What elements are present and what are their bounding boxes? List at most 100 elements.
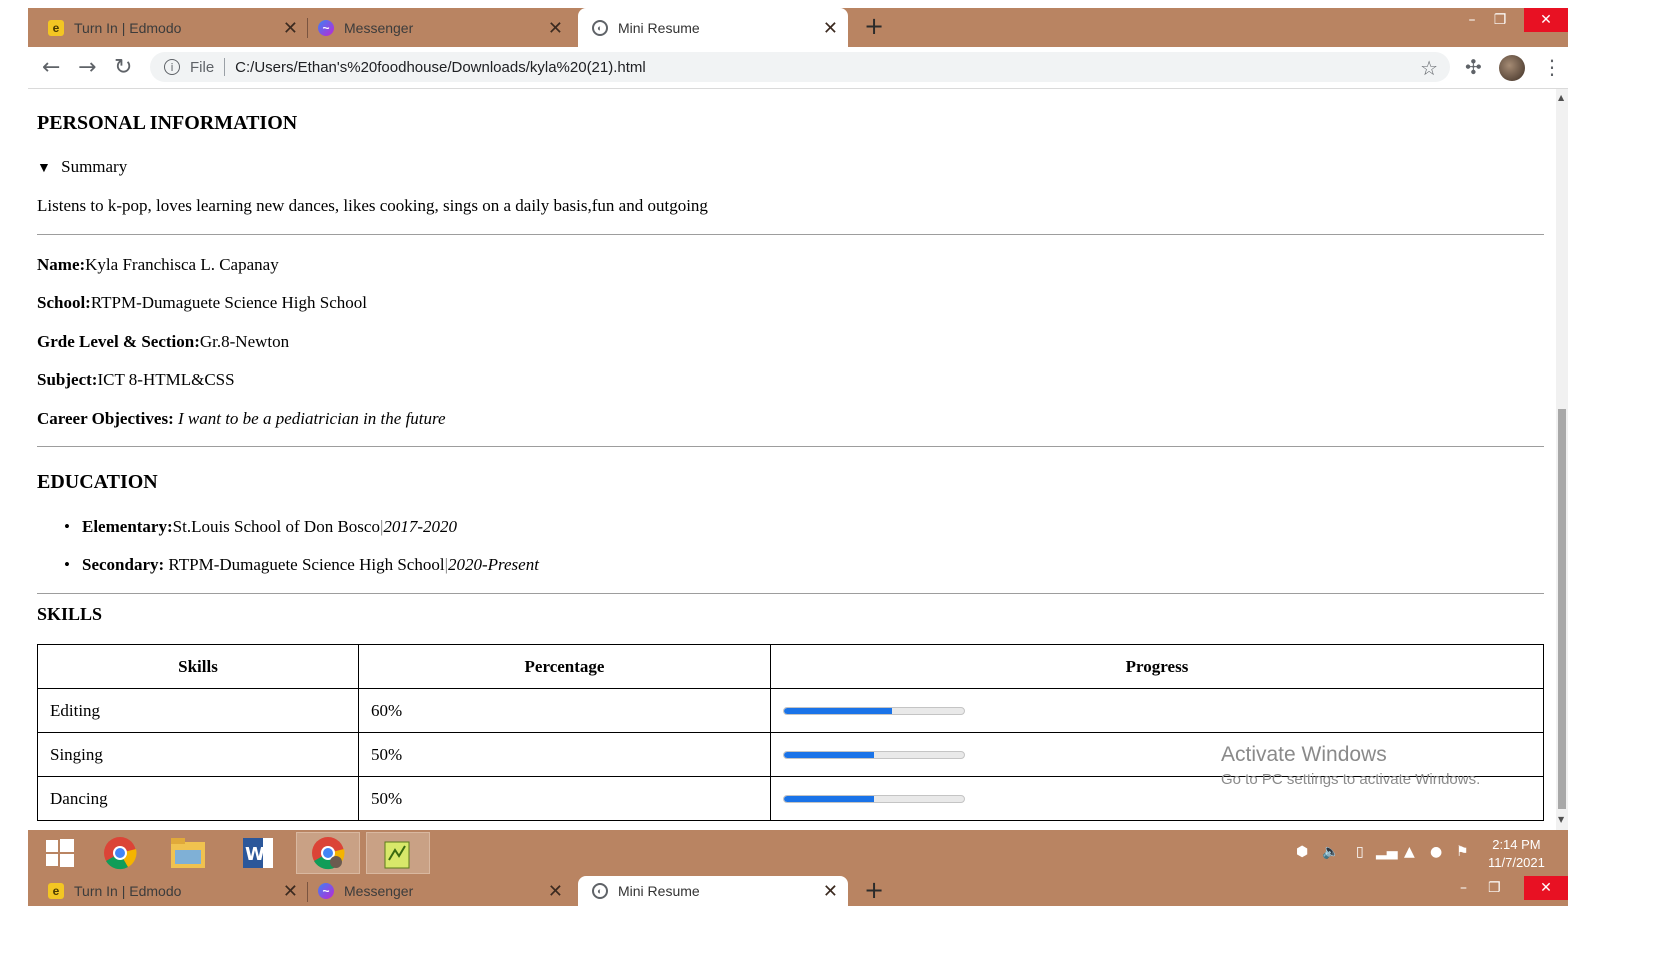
extensions-icon[interactable]: ✣: [1465, 55, 1482, 79]
globe-icon: ◐: [592, 883, 608, 899]
school-row: School:RTPM-Dumaguete Science High Schoo…: [37, 293, 367, 313]
minimize-button[interactable]: –: [1460, 8, 1484, 32]
messenger-icon: ~: [318, 19, 334, 36]
education-level: Secondary:: [82, 555, 165, 574]
word-icon[interactable]: W: [226, 832, 290, 874]
browser-tab-bar-duplicate: e Turn In | Edmodo ✕ ~ Messenger ✕ ◐ Min…: [28, 876, 1568, 906]
file-explorer-icon[interactable]: [156, 832, 220, 874]
subject-value: ICT 8-HTML&CSS: [97, 370, 235, 389]
column-header: Progress: [770, 644, 1544, 689]
close-icon[interactable]: ✕: [283, 881, 298, 902]
name-value: Kyla Franchisca L. Capanay: [85, 255, 279, 274]
tab-messenger[interactable]: ~ Messenger ✕: [318, 876, 573, 906]
school-label: School:: [37, 293, 91, 312]
education-years: 2017-2020: [383, 517, 458, 536]
grade-label: Grde Level & Section:: [37, 332, 200, 351]
right-margin: [1568, 0, 1677, 969]
education-school: RTPM-Dumaguete Science High School: [164, 555, 445, 574]
close-icon[interactable]: ✕: [548, 18, 563, 39]
tab-title: Turn In | Edmodo: [74, 19, 182, 36]
url-text[interactable]: C:/Users/Ethan's%20foodhouse/Downloads/k…: [235, 59, 646, 76]
tab-mini-resume[interactable]: ◐ Mini Resume ✕: [578, 8, 848, 47]
volume-icon[interactable]: 🔈: [1322, 844, 1339, 860]
bookmark-star-icon[interactable]: ☆: [1420, 56, 1438, 81]
google-drive-icon[interactable]: ▲: [1404, 844, 1415, 860]
window-close-button[interactable]: ✕: [1524, 876, 1568, 900]
tab-title: Turn In | Edmodo: [74, 883, 182, 899]
svg-text:W: W: [245, 844, 265, 865]
messenger-icon: ~: [318, 883, 334, 899]
name-label: Name:: [37, 255, 86, 274]
list-item: Secondary: RTPM-Dumaguete Science High S…: [64, 555, 539, 575]
new-tab-button[interactable]: +: [864, 876, 884, 904]
page-scrollbar[interactable]: ▲ ▼: [1556, 89, 1568, 830]
forward-icon[interactable]: →: [78, 55, 96, 80]
clock-date: 11/7/2021: [1488, 855, 1545, 870]
progress-fill: [784, 707, 892, 714]
signal-icon[interactable]: ▂▄: [1376, 844, 1398, 860]
education-school: St.Louis School of Don Bosco: [172, 517, 380, 536]
divider: [37, 234, 1544, 235]
tab-divider: [307, 18, 308, 38]
chrome-active-icon[interactable]: [296, 832, 360, 874]
tab-edmodo[interactable]: e Turn In | Edmodo ✕: [48, 876, 308, 906]
new-tab-button[interactable]: +: [864, 12, 884, 40]
summary-text: Listens to k-pop, loves learning new dan…: [37, 196, 708, 215]
tab-edmodo[interactable]: e Turn In | Edmodo ✕: [48, 8, 308, 47]
percentage-cell: 50%: [358, 776, 771, 821]
window-close-button[interactable]: ✕: [1524, 8, 1568, 32]
summary-disclosure[interactable]: ▼ Summary: [37, 157, 127, 177]
windows-taskbar: W ⬢ 🔈 ▯ ▂▄ ▲ ● ⚑ 2:14 PM 11/7/2021: [28, 830, 1568, 876]
divider: [37, 446, 1544, 447]
scroll-up-arrow-icon[interactable]: ▲: [1558, 93, 1564, 102]
tab-title: Messenger: [344, 883, 414, 899]
summary-label: Summary: [61, 157, 128, 176]
profile-avatar[interactable]: [1499, 55, 1525, 81]
address-bar[interactable]: i File C:/Users/Ethan's%20foodhouse/Down…: [150, 52, 1450, 82]
notepad-plus-icon[interactable]: [366, 832, 430, 874]
action-center-flag-icon[interactable]: ⚑: [1456, 844, 1469, 860]
tab-divider: [307, 882, 308, 902]
subject-label: Subject:: [37, 370, 98, 389]
close-icon[interactable]: ✕: [823, 881, 838, 902]
back-icon[interactable]: ←: [42, 55, 60, 80]
chrome-icon[interactable]: [88, 832, 152, 874]
reload-icon[interactable]: ↻: [114, 55, 132, 80]
edmodo-icon: e: [48, 883, 64, 899]
tab-mini-resume[interactable]: ◐ Mini Resume ✕: [578, 876, 848, 906]
skill-cell: Singing: [37, 732, 359, 777]
tab-title: Mini Resume: [618, 883, 700, 899]
utorrent-icon[interactable]: ⬢: [1296, 844, 1308, 860]
tab-messenger[interactable]: ~ Messenger ✕: [318, 8, 573, 47]
edmodo-icon: e: [48, 19, 64, 36]
minimize-button[interactable]: –: [1460, 876, 1467, 900]
info-icon[interactable]: i: [164, 59, 180, 75]
list-item: Elementary:St.Louis School of Don Bosco|…: [64, 517, 458, 537]
close-icon[interactable]: ✕: [823, 18, 838, 39]
activate-windows-watermark: Activate Windows Go to PC settings to ac…: [1221, 743, 1480, 788]
update-icon[interactable]: ●: [1430, 844, 1442, 860]
progress-bar: [783, 750, 965, 759]
divider: [37, 593, 1544, 594]
battery-icon[interactable]: ▯: [1356, 844, 1364, 860]
restore-button[interactable]: ❐: [1488, 876, 1501, 900]
subject-row: Subject:ICT 8-HTML&CSS: [37, 370, 235, 390]
triangle-down-icon: ▼: [37, 161, 51, 176]
system-clock[interactable]: 2:14 PM 11/7/2021: [1488, 836, 1545, 872]
restore-button[interactable]: ❐: [1488, 8, 1512, 32]
menu-kebab-icon[interactable]: ⋮: [1542, 55, 1562, 79]
progress-bar: [783, 794, 965, 803]
globe-icon: ◐: [592, 19, 608, 36]
scroll-down-arrow-icon[interactable]: ▼: [1558, 815, 1564, 824]
windows-start-icon[interactable]: [28, 832, 92, 874]
skills-heading: SKILLS: [37, 604, 103, 624]
browser-tab-bar: e Turn In | Edmodo ✕ ~ Messenger ✕ ◐ Min…: [28, 8, 1568, 47]
tab-title: Mini Resume: [618, 19, 700, 36]
school-value: RTPM-Dumaguete Science High School: [90, 293, 367, 312]
close-icon[interactable]: ✕: [283, 18, 298, 39]
close-icon[interactable]: ✕: [548, 881, 563, 902]
skill-cell: Editing: [37, 688, 359, 733]
bottom-margin: [0, 906, 1677, 969]
table-header-row: Skills Percentage Progress: [37, 644, 1544, 689]
scroll-thumb[interactable]: [1558, 409, 1566, 809]
